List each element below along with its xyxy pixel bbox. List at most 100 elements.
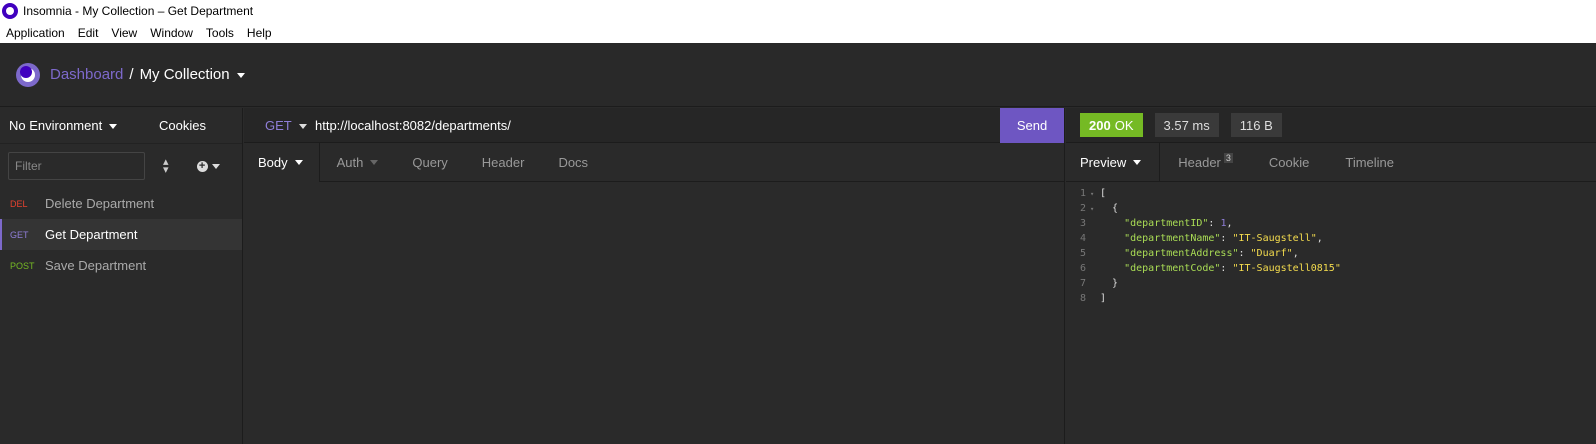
- response-tabs: Preview Header 3 Cookie Timeline: [1066, 142, 1596, 182]
- chevron-down-icon: [109, 124, 118, 130]
- url-bar: GET http://localhost:8082/departments/ S…: [244, 107, 1064, 143]
- filter-input[interactable]: Filter: [8, 152, 145, 180]
- json-comma: ,: [1316, 233, 1323, 244]
- response-time: 3.57 ms: [1154, 113, 1219, 137]
- sidebar: No Environment Cookies Filter ▴ ▾ + DEL D…: [0, 108, 243, 444]
- tab-response-header[interactable]: Header 3: [1160, 143, 1251, 182]
- line-number: 1: [1079, 188, 1086, 199]
- environment-dropdown[interactable]: No Environment: [9, 118, 159, 133]
- method-badge: DEL: [10, 198, 28, 209]
- request-pane: GET http://localhost:8082/departments/ S…: [244, 107, 1065, 444]
- breadcrumb-collection[interactable]: My Collection: [140, 66, 245, 83]
- method-label: GET: [265, 117, 292, 133]
- tab-cookie[interactable]: Cookie: [1251, 143, 1327, 182]
- status-badge: 200 OK: [1080, 113, 1143, 137]
- code-text: [: [1100, 188, 1107, 199]
- code-line: 3 "departmentID": 1,: [1066, 216, 1596, 231]
- tab-body[interactable]: Body: [244, 142, 320, 182]
- json-key: "departmentID": [1124, 218, 1209, 229]
- chevron-down-icon: [370, 159, 379, 165]
- fold-icon[interactable]: ▾: [1090, 190, 1100, 198]
- tab-query[interactable]: Query: [395, 143, 464, 182]
- response-body[interactable]: 1 ▾[2 ▾ {3 "departmentID": 1, 4 "department…: [1066, 182, 1596, 306]
- tab-response-header-label: Header: [1178, 154, 1221, 170]
- menu-view[interactable]: View: [111, 26, 137, 40]
- tab-header[interactable]: Header: [465, 143, 542, 182]
- menu-edit[interactable]: Edit: [78, 26, 99, 40]
- chevron-down-icon: [294, 159, 303, 165]
- code-text: }: [1100, 278, 1119, 289]
- chevron-down-icon[interactable]: [211, 163, 220, 169]
- collection-name: My Collection: [139, 66, 230, 83]
- chevron-down-icon: [236, 72, 245, 78]
- app-header: Dashboard / My Collection: [0, 43, 1596, 107]
- code-line: 8]: [1066, 291, 1596, 306]
- tab-preview-label: Preview: [1080, 154, 1127, 170]
- response-pane: 200 OK 3.57 ms 116 B Preview Header 3 Cook…: [1066, 108, 1596, 444]
- breadcrumb-separator: /: [129, 66, 134, 83]
- menu-tools[interactable]: Tools: [206, 26, 234, 40]
- tab-docs[interactable]: Docs: [541, 143, 605, 182]
- window-title: Insomnia - My Collection – Get Departmen…: [23, 4, 254, 18]
- tab-preview[interactable]: Preview: [1066, 142, 1161, 182]
- code-text: "departmentAddress": "Duarf",: [1124, 248, 1299, 259]
- sort-icon[interactable]: ▴ ▾: [163, 157, 169, 176]
- code-line: 6 "departmentCode": "IT-Saugstell0815": [1066, 261, 1596, 276]
- method-dropdown[interactable]: GET: [265, 118, 315, 133]
- code-line: 4 "departmentName": "IT-Saugstell",: [1066, 231, 1596, 246]
- fold-icon[interactable]: ▾: [1090, 205, 1100, 213]
- request-tabs: Body Auth Query Header Docs: [244, 142, 1064, 182]
- environment-label: No Environment: [9, 118, 103, 133]
- title-bar: Insomnia - My Collection – Get Departmen…: [0, 0, 1596, 22]
- tab-auth[interactable]: Auth: [320, 143, 396, 182]
- tab-auth-label: Auth: [336, 154, 364, 170]
- request-item-delete-department[interactable]: DEL Delete Department: [0, 188, 242, 219]
- request-item-get-department[interactable]: GET Get Department: [0, 219, 242, 250]
- status-text: OK: [1114, 117, 1134, 133]
- filter-row: Filter ▴ ▾ +: [0, 144, 242, 188]
- send-button[interactable]: Send: [1000, 107, 1064, 143]
- json-value: "Duarf": [1250, 248, 1293, 259]
- code-line: 5 "departmentAddress": "Duarf",: [1066, 246, 1596, 261]
- menu-window[interactable]: Window: [150, 26, 193, 40]
- code-text: ]: [1100, 293, 1107, 304]
- url-input[interactable]: http://localhost:8082/departments/: [315, 118, 1000, 133]
- request-name: Delete Department: [45, 196, 155, 211]
- json-key: "departmentName": [1124, 233, 1221, 244]
- insomnia-logo-icon: [16, 62, 40, 87]
- line-number: 7: [1079, 278, 1086, 289]
- code-line: 2 ▾ {: [1066, 201, 1596, 216]
- code-text: {: [1100, 203, 1119, 214]
- tab-body-label: Body: [258, 154, 288, 170]
- code-line: 7 }: [1066, 276, 1596, 291]
- response-size: 116 B: [1230, 113, 1282, 137]
- code-text: "departmentName": "IT-Saugstell",: [1124, 233, 1323, 244]
- cookies-button[interactable]: Cookies: [159, 118, 206, 133]
- menu-help[interactable]: Help: [247, 26, 272, 40]
- method-badge: GET: [10, 229, 29, 240]
- menu-bar: Application Edit View Window Tools Help: [0, 22, 1596, 43]
- request-name: Get Department: [45, 227, 138, 242]
- json-comma: ,: [1292, 248, 1299, 259]
- code-text: "departmentID": 1,: [1124, 218, 1233, 229]
- insomnia-app-icon: [2, 3, 18, 19]
- json-key: "departmentCode": [1124, 263, 1221, 274]
- chevron-down-icon: [298, 123, 307, 129]
- json-value: "IT-Saugstell0815": [1232, 263, 1341, 274]
- code-text: "departmentCode": "IT-Saugstell0815": [1124, 263, 1341, 274]
- request-item-save-department[interactable]: POST Save Department: [0, 250, 242, 281]
- menu-application[interactable]: Application: [6, 26, 65, 40]
- add-icon[interactable]: +: [196, 160, 208, 172]
- json-value: "IT-Saugstell": [1232, 233, 1317, 244]
- breadcrumb-dashboard[interactable]: Dashboard: [50, 66, 123, 83]
- code-line: 1 ▾[: [1066, 186, 1596, 201]
- status-code: 200: [1089, 117, 1111, 133]
- json-key: "departmentAddress": [1124, 248, 1239, 259]
- tab-timeline[interactable]: Timeline: [1327, 143, 1412, 182]
- line-number: 3: [1079, 218, 1086, 229]
- response-status-bar: 200 OK 3.57 ms 116 B: [1066, 108, 1596, 143]
- line-number: 5: [1079, 248, 1086, 259]
- method-badge: POST: [10, 260, 35, 271]
- environment-row: No Environment Cookies: [0, 108, 242, 144]
- header-count-badge: 3: [1223, 153, 1233, 163]
